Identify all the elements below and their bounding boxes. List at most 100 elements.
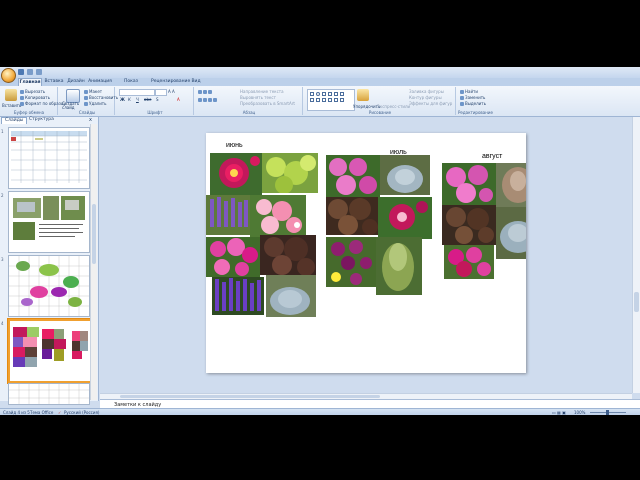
photo-phlox-pink-august[interactable] — [442, 163, 496, 205]
view-buttons[interactable]: ▭ ▦ ▣ — [552, 410, 566, 415]
house-photo-thumbnail — [13, 196, 85, 240]
underline-button[interactable]: Ч — [136, 97, 139, 102]
photo-peony-pink[interactable] — [210, 153, 262, 195]
slide-thumbnail-5[interactable] — [8, 383, 90, 405]
tab-insert[interactable]: Вставка — [43, 78, 65, 86]
font-color-button[interactable]: A — [177, 97, 180, 102]
scrollbar-thumb[interactable] — [92, 204, 96, 264]
photo-salvia-purple[interactable] — [206, 195, 250, 235]
tab-home[interactable]: Главная — [18, 78, 42, 86]
current-slide[interactable]: июнь июль август — [206, 133, 526, 373]
photo-peony-light-pink[interactable] — [250, 195, 306, 237]
callout-icon[interactable] — [328, 98, 332, 102]
save-icon[interactable] — [18, 69, 24, 75]
photo-heuchera-august[interactable] — [442, 205, 496, 245]
photo-grass-blue[interactable] — [380, 155, 430, 195]
bold-button[interactable]: Ж — [120, 97, 125, 102]
close-icon[interactable]: x — [89, 117, 92, 123]
scrollbar-thumb[interactable] — [120, 395, 380, 398]
arrow-icon[interactable] — [328, 92, 332, 96]
text-direction-button[interactable]: Направление текста — [240, 89, 284, 94]
scrollbar-thumb[interactable] — [634, 292, 639, 312]
shadow-button[interactable]: S — [156, 97, 159, 102]
reset-button[interactable]: Восстановить — [84, 95, 118, 100]
zoom-level[interactable]: 100% — [574, 410, 585, 415]
tab-view[interactable]: Вид — [190, 78, 202, 86]
find-button[interactable]: Найти — [460, 89, 478, 94]
redo-icon[interactable] — [36, 69, 42, 75]
line-icon[interactable] — [322, 92, 326, 96]
photo-festuca-blue[interactable] — [266, 275, 316, 317]
photo-salvia-violet[interactable] — [212, 277, 264, 315]
copy-button[interactable]: Копировать — [20, 95, 50, 100]
slides-panel: Слайды Структура x 1 2 3 4 — [0, 117, 99, 405]
photo-phlox-lilac[interactable] — [326, 155, 380, 197]
language-indicator[interactable]: Русский (Россия) — [64, 410, 99, 415]
slide-thumbnail-1[interactable] — [8, 127, 90, 189]
slides-group: Создать слайд Макет Восстановить Удалить… — [60, 87, 118, 115]
paste-button[interactable]: Вставить — [2, 103, 21, 108]
office-button[interactable] — [1, 68, 16, 83]
align-buttons[interactable] — [198, 97, 218, 102]
photo-sedum-pink[interactable] — [444, 245, 494, 279]
spellcheck-icon[interactable]: ✓ — [58, 410, 61, 415]
shape-outline-button[interactable]: Контур фигуры — [409, 95, 442, 100]
slide-number: 3 — [1, 257, 4, 262]
align-text-button[interactable]: Выровнять текст — [240, 95, 276, 100]
grid-thumbnail — [9, 384, 89, 404]
cut-button[interactable]: Вырезать — [20, 89, 45, 94]
strikethrough-button[interactable]: abe — [144, 97, 151, 102]
slide-thumbnail-4[interactable] — [8, 319, 92, 383]
paste-icon[interactable] — [5, 89, 17, 101]
slides-panel-scrollbar[interactable] — [90, 124, 97, 400]
tab-slides[interactable]: Слайды — [1, 117, 28, 124]
tab-slideshow[interactable]: Показ слайдов — [114, 78, 148, 92]
shape-effects-button[interactable]: Эффекты для фигур — [409, 101, 452, 106]
layout-button[interactable]: Макет — [84, 89, 102, 94]
photo-daylily-magenta[interactable] — [378, 197, 432, 239]
photo-heuchera-bronze[interactable] — [326, 197, 378, 235]
italic-button[interactable]: К — [128, 97, 131, 102]
rectangle-icon[interactable] — [310, 92, 314, 96]
bullets-button[interactable] — [198, 89, 213, 94]
tab-review[interactable]: Рецензирование — [151, 78, 190, 86]
new-slide-button[interactable]: Создать слайд — [62, 102, 82, 110]
slide-thumbnail-2[interactable] — [8, 191, 90, 253]
photo-heuchera-dark[interactable] — [260, 235, 316, 275]
brush-icon — [20, 102, 24, 106]
oval-icon[interactable] — [316, 92, 320, 96]
photo-phlox-pink[interactable] — [206, 237, 260, 277]
rounded-rectangle-icon[interactable] — [340, 92, 344, 96]
smartart-button[interactable]: Преобразовать в SmartArt — [240, 101, 295, 106]
brace-icon[interactable] — [334, 98, 338, 102]
pentagon-icon[interactable] — [310, 98, 314, 102]
undo-icon[interactable] — [27, 69, 33, 75]
hexagon-icon[interactable] — [316, 98, 320, 102]
star-icon[interactable] — [322, 98, 326, 102]
delete-icon — [84, 102, 88, 106]
vertical-scrollbar[interactable] — [632, 117, 640, 393]
photo-alchemilla[interactable] — [262, 153, 318, 193]
photo-grass-tall[interactable] — [376, 237, 422, 295]
shapes-gallery[interactable] — [307, 89, 355, 111]
curve-icon[interactable] — [340, 98, 344, 102]
zoom-slider-handle[interactable] — [606, 410, 609, 415]
tab-outline[interactable]: Структура — [26, 117, 57, 123]
tab-design[interactable]: Дизайн — [66, 78, 86, 86]
shape-fill-button[interactable]: Заливка фигуры — [409, 89, 444, 94]
triangle-icon[interactable] — [334, 92, 338, 96]
grow-font-button[interactable]: A A — [168, 89, 175, 94]
photo-miscanthus[interactable] — [496, 163, 526, 207]
scissors-icon — [20, 90, 24, 94]
delete-slide-button[interactable]: Удалить — [84, 101, 107, 106]
slide-thumbnail-3[interactable] — [8, 255, 90, 317]
photo-festuca-august[interactable] — [496, 207, 526, 259]
tab-animation[interactable]: Анимация — [88, 78, 112, 86]
photo-allium-purple[interactable] — [326, 237, 376, 287]
select-button[interactable]: Выделить — [460, 101, 486, 106]
font-name-field[interactable] — [119, 89, 155, 96]
arrange-icon[interactable] — [357, 89, 369, 101]
replace-button[interactable]: Заменить — [460, 95, 485, 100]
font-size-field[interactable] — [155, 89, 167, 96]
quick-styles-button[interactable]: Экспресс-стили — [377, 104, 410, 109]
